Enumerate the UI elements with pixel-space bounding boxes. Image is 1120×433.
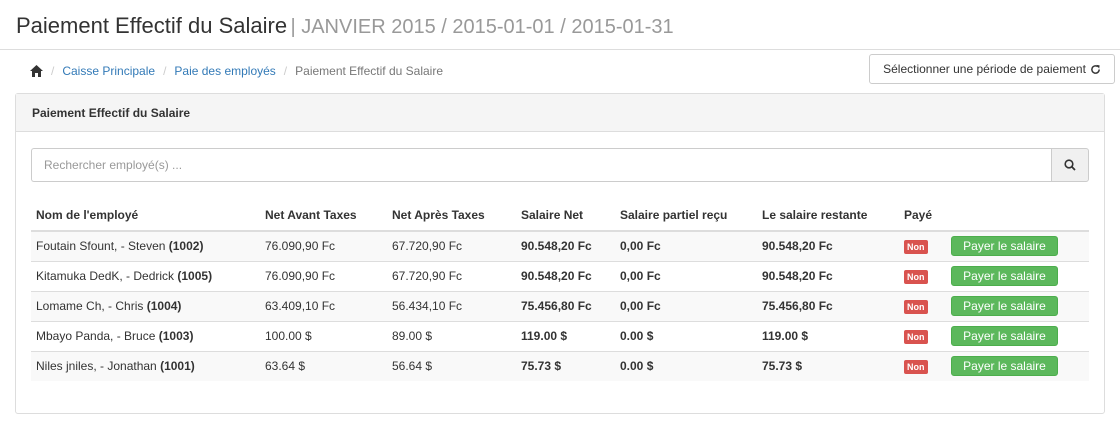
employee-id: (1005) (177, 269, 213, 283)
cell-salaire-net: 90.548,20 Fc (516, 260, 615, 291)
employee-id: (1002) (168, 239, 204, 254)
pay-salary-button[interactable]: Payer le salaire (951, 326, 1058, 346)
cell-employee-name: Foutain Sfount, - Steven (1002) (31, 230, 260, 261)
pay-salary-button[interactable]: Payer le salaire (951, 266, 1058, 286)
cell-action: Payer le salaire (946, 230, 1089, 261)
breadcrumb-separator: / (283, 64, 288, 78)
table-row: Kitamuka DedK, - Dedrick (1005) 76.090,90… (31, 260, 1089, 291)
cell-net-apres: 67.720,90 Fc (387, 230, 516, 261)
employee-id: (1004) (146, 299, 182, 313)
cell-paye: Non (899, 230, 946, 261)
employee-name: Niles jniles, - Jonathan (36, 359, 157, 374)
status-badge: Non (904, 299, 928, 314)
breadcrumb-item-paie[interactable]: Paie des employés (174, 64, 275, 78)
col-header-salaire-net: Salaire Net (516, 200, 615, 232)
search-icon (1064, 159, 1076, 171)
table-row: Lomame Ch, - Chris (1004) 63.409,10 Fc 56.… (31, 290, 1089, 321)
cell-net-avant: 100.00 $ (260, 320, 387, 351)
cell-restante: 119.00 $ (757, 320, 899, 351)
cell-partiel: 0.00 $ (615, 320, 757, 351)
page-subtitle: | JANVIER 2015 / 2015-01-01 / 2015-01-31 (290, 16, 674, 38)
cell-partiel: 0,00 Fc (615, 230, 757, 261)
cell-partiel: 0,00 Fc (615, 290, 757, 321)
search-group (31, 148, 1089, 182)
employee-name: Foutain Sfount, - Steven (36, 239, 166, 254)
cell-paye: Non (899, 290, 946, 321)
page-title: Paiement Effectif du Salaire (16, 13, 288, 38)
cell-paye: Non (899, 260, 946, 291)
col-header-paye: Payé (899, 200, 946, 232)
cell-action: Payer le salaire (946, 260, 1089, 291)
cell-paye: Non (899, 320, 946, 351)
employee-name: Mbayo Panda, - Bruce (36, 329, 156, 343)
status-badge: Non (904, 359, 928, 374)
breadcrumb-active: Paiement Effectif du Salaire (295, 64, 444, 78)
breadcrumb-row: / Caisse Principale / Paie des employés … (0, 50, 1120, 92)
pay-salary-button[interactable]: Payer le salaire (951, 236, 1058, 257)
cell-partiel: 0,00 Fc (615, 260, 757, 291)
cell-net-avant: 63.409,10 Fc (260, 290, 387, 321)
home-icon[interactable] (30, 65, 43, 77)
employee-id: (1001) (160, 359, 195, 374)
cell-restante: 90.548,20 Fc (757, 260, 899, 291)
cell-net-avant: 76.090,90 Fc (260, 260, 387, 291)
table-row: Niles jniles, - Jonathan (1001) 63.64 $56… (31, 350, 1089, 381)
cell-net-apres: 67.720,90 Fc (387, 260, 516, 291)
cell-employee-name: Lomame Ch, - Chris (1004) (31, 290, 260, 321)
search-button[interactable] (1051, 148, 1089, 182)
cell-action: Payer le salaire (946, 290, 1089, 321)
pay-salary-button[interactable]: Payer le salaire (951, 356, 1058, 377)
panel-heading: Paiement Effectif du Salaire (16, 94, 1104, 132)
cell-net-avant: 63.64 $ (260, 350, 387, 381)
table-row: Mbayo Panda, - Bruce (1003) 100.00 $89.00… (31, 320, 1089, 351)
cell-restante: 90.548,20 Fc (757, 230, 899, 261)
refresh-icon (1091, 64, 1100, 74)
cell-salaire-net: 119.00 $ (516, 320, 615, 351)
cell-salaire-net: 75.456,80 Fc (516, 290, 615, 321)
breadcrumb-separator: / (163, 64, 167, 78)
cell-employee-name: Niles jniles, - Jonathan (1001) (31, 350, 260, 381)
select-period-button[interactable]: Sélectionner une période de paiement (869, 54, 1115, 84)
employee-name: Lomame Ch, - Chris (36, 299, 144, 313)
col-header-action (946, 200, 1089, 232)
page-header: Paiement Effectif du Salaire | JANVIER 2… (0, 0, 1120, 50)
cell-salaire-net: 90.548,20 Fc (516, 230, 615, 261)
table-header-row: Nom de l'employé Net Avant Taxes Net Apr… (31, 200, 1089, 232)
employee-name: Kitamuka DedK, - Dedrick (36, 269, 175, 283)
table-row: Foutain Sfount, - Steven (1002) 76.090,90… (31, 230, 1089, 261)
cell-restante: 75.73 $ (757, 350, 899, 381)
breadcrumb-item-caisse[interactable]: Caisse Principale (62, 64, 155, 78)
cell-salaire-net: 75.73 $ (516, 350, 615, 381)
cell-net-apres: 56.64 $ (387, 350, 516, 381)
employee-search-input[interactable] (31, 148, 1051, 182)
cell-partiel: 0.00 $ (615, 350, 757, 381)
col-header-restante: Le salaire restante (757, 200, 899, 232)
cell-action: Payer le salaire (946, 320, 1089, 351)
select-period-label: Sélectionner une période de paiement (883, 62, 1086, 76)
col-header-net-avant: Net Avant Taxes (260, 200, 387, 232)
breadcrumb-separator: / (51, 64, 55, 78)
pay-salary-button[interactable]: Payer le salaire (951, 296, 1058, 316)
breadcrumb: / Caisse Principale / Paie des employés … (30, 64, 443, 78)
cell-net-apres: 89.00 $ (387, 320, 516, 351)
status-badge: Non (904, 239, 928, 254)
status-badge: Non (904, 329, 928, 344)
cell-action: Payer le salaire (946, 350, 1089, 381)
cell-net-apres: 56.434,10 Fc (387, 290, 516, 321)
cell-employee-name: Kitamuka DedK, - Dedrick (1005) (31, 260, 260, 291)
col-header-net-apres: Net Après Taxes (387, 200, 516, 232)
status-badge: Non (904, 269, 928, 284)
col-header-partiel: Salaire partiel reçu (615, 200, 757, 232)
col-header-name: Nom de l'employé (31, 200, 260, 232)
payment-panel: Paiement Effectif du Salaire Nom de l'em… (15, 93, 1105, 414)
cell-restante: 75.456,80 Fc (757, 290, 899, 321)
salary-table: Nom de l'employé Net Avant Taxes Net Apr… (31, 200, 1089, 381)
cell-employee-name: Mbayo Panda, - Bruce (1003) (31, 320, 260, 351)
cell-net-avant: 76.090,90 Fc (260, 230, 387, 261)
cell-paye: Non (899, 350, 946, 381)
employee-id: (1003) (158, 329, 194, 343)
